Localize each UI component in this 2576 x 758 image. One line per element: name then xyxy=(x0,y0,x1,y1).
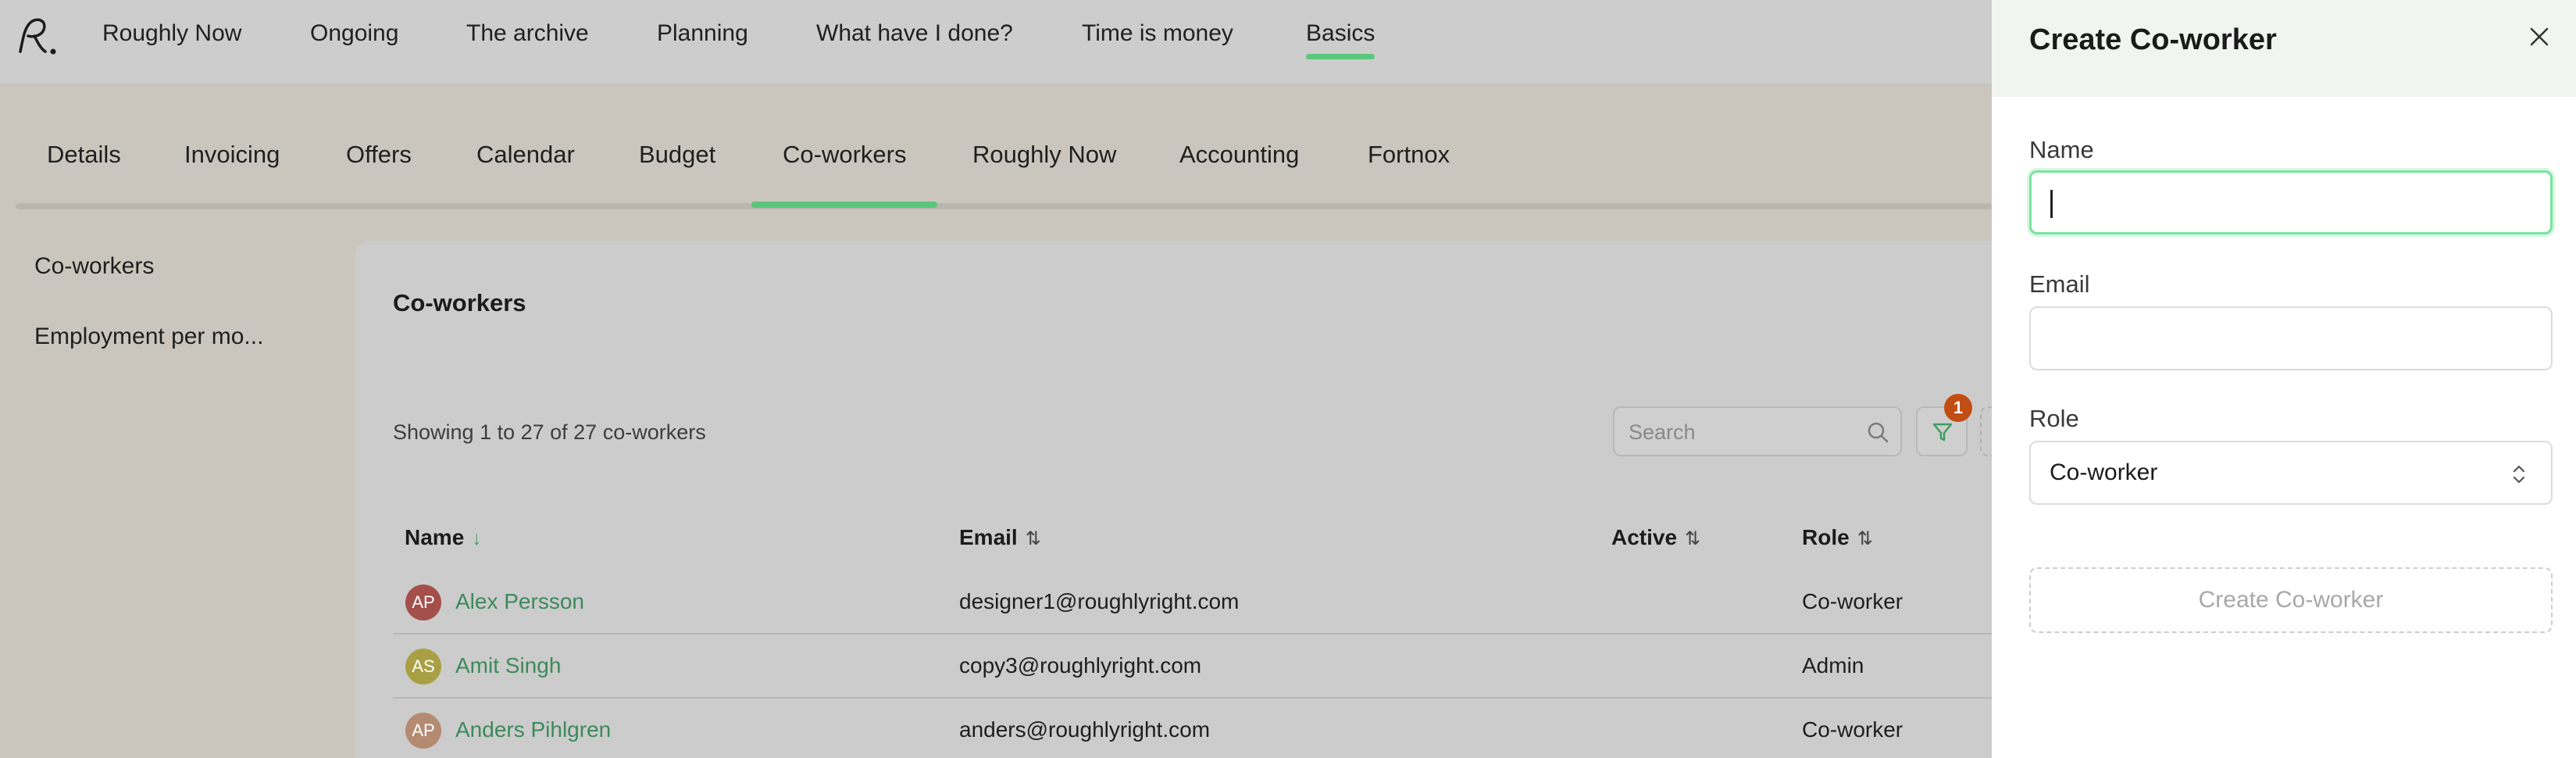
co-worker-name-link[interactable]: Alex Persson xyxy=(455,589,584,614)
tab-offers[interactable]: Offers xyxy=(346,141,412,203)
tab-accounting[interactable]: Accounting xyxy=(1179,141,1299,203)
results-count: Showing 1 to 27 of 27 co-workers xyxy=(393,420,706,444)
role-select[interactable]: Co-worker xyxy=(2029,441,2553,505)
tab-co-workers[interactable]: Co-workers xyxy=(751,141,939,208)
table-row[interactable]: AS Amit Singh copy3@roughlyright.com Adm… xyxy=(393,635,2018,699)
dialog-header: Create Co-worker xyxy=(1992,0,2576,97)
search-placeholder: Search xyxy=(1629,420,1696,444)
create-co-worker-dialog: Create Co-worker Name Email Role Co-work… xyxy=(1992,0,2576,758)
tab-details[interactable]: Details xyxy=(47,141,121,203)
filter-icon xyxy=(1932,423,1953,442)
chevron-up-down-icon xyxy=(2513,465,2525,484)
role-cell: Admin xyxy=(1802,653,1864,678)
column-header-email[interactable]: Email ⇅ xyxy=(959,525,1041,550)
subnav-divider xyxy=(16,203,1992,209)
sort-down-icon: ↓ xyxy=(472,528,482,549)
role-label: Role xyxy=(2029,405,2079,432)
tab-calendar[interactable]: Calendar xyxy=(476,141,575,203)
tab-invoicing[interactable]: Invoicing xyxy=(184,141,280,203)
column-header-role[interactable]: Role ⇅ xyxy=(1802,525,1873,550)
nav-planning[interactable]: Planning xyxy=(657,20,748,58)
active-header-label: Active xyxy=(1611,525,1678,549)
sort-icon: ⇅ xyxy=(1025,528,1041,549)
email-label: Email xyxy=(2029,270,2090,298)
tab-fortnox[interactable]: Fortnox xyxy=(1368,141,1450,203)
email-cell: copy3@roughlyright.com xyxy=(959,653,1202,678)
close-icon[interactable] xyxy=(2526,23,2553,50)
nav-what-have-i-done[interactable]: What have I done? xyxy=(816,20,1013,58)
search-input[interactable]: Search xyxy=(1613,406,1902,456)
role-header-label: Role xyxy=(1802,525,1850,549)
co-worker-name-link[interactable]: Amit Singh xyxy=(455,653,561,678)
main-content: Details Invoicing Offers Calendar Budget… xyxy=(0,84,2027,758)
column-header-name[interactable]: Name ↓ xyxy=(405,525,481,550)
text-caret xyxy=(2050,190,2053,218)
name-label: Name xyxy=(2029,136,2094,163)
email-cell: anders@roughlyright.com xyxy=(959,717,1211,742)
filter-count-badge: 1 xyxy=(1944,394,1972,422)
sidebar-item-co-workers[interactable]: Co-workers xyxy=(34,253,300,280)
avatar: AP xyxy=(405,713,441,749)
table-row[interactable]: AP Anders Pihlgren anders@roughlyright.c… xyxy=(393,699,2018,758)
email-field[interactable] xyxy=(2029,306,2553,370)
create-co-worker-button[interactable]: Create Co-worker xyxy=(2029,567,2553,633)
nav-roughly-now[interactable]: Roughly Now xyxy=(102,20,241,58)
roughly-logo-icon[interactable] xyxy=(14,13,62,61)
name-field[interactable] xyxy=(2029,170,2553,234)
sidebar-item-employment[interactable]: Employment per mo... xyxy=(34,324,300,350)
dialog-title: Create Co-worker xyxy=(2029,23,2277,56)
tab-budget[interactable]: Budget xyxy=(639,141,715,203)
tab-roughly-now[interactable]: Roughly Now xyxy=(972,141,1116,203)
table-row[interactable]: AP Alex Persson designer1@roughlyright.c… xyxy=(393,570,2018,635)
sort-icon: ⇅ xyxy=(1685,528,1701,549)
nav-the-archive[interactable]: The archive xyxy=(466,20,589,58)
avatar: AP xyxy=(405,585,441,620)
role-cell: Co-worker xyxy=(1802,589,1903,613)
email-cell: designer1@roughlyright.com xyxy=(959,589,1240,613)
email-header-label: Email xyxy=(959,525,1018,549)
sidebar: Co-workers Employment per mo... xyxy=(34,253,300,394)
role-select-value: Co-worker xyxy=(2050,459,2158,485)
co-workers-panel: Co-workers Showing 1 to 27 of 27 co-work… xyxy=(355,241,2027,758)
panel-title: Co-workers xyxy=(393,289,526,316)
nav-ongoing[interactable]: Ongoing xyxy=(310,20,398,58)
avatar: AS xyxy=(405,649,441,685)
nav-basics[interactable]: Basics xyxy=(1306,20,1375,59)
role-cell: Co-worker xyxy=(1802,717,1903,742)
column-header-active[interactable]: Active ⇅ xyxy=(1611,525,1700,550)
search-icon xyxy=(1868,422,1889,443)
sort-icon: ⇅ xyxy=(1857,528,1873,549)
co-worker-name-link[interactable]: Anders Pihlgren xyxy=(455,717,611,742)
nav-time-is-money[interactable]: Time is money xyxy=(1082,20,1233,58)
name-header-label: Name xyxy=(405,525,465,549)
top-navigation: Roughly Now Ongoing The archive Planning… xyxy=(0,0,1992,84)
